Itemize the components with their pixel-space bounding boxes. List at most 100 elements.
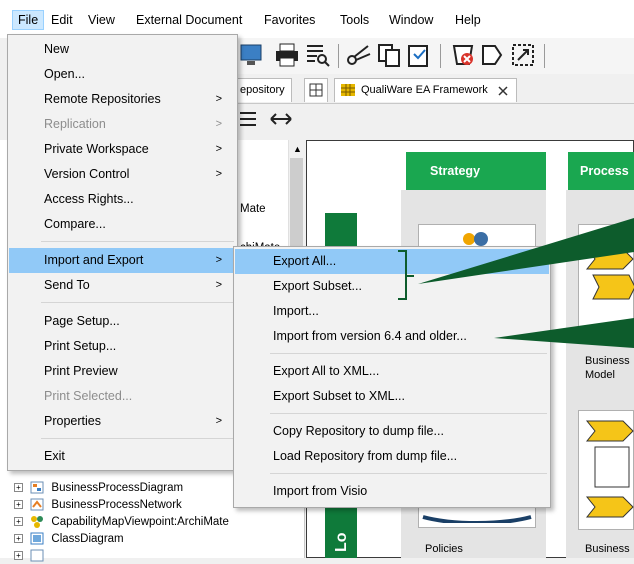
tree-item[interactable]: + xyxy=(14,548,48,564)
menu-favorites[interactable]: Favorites xyxy=(259,10,320,30)
process-diagram-icon xyxy=(30,481,44,494)
menu-item-label: Version Control xyxy=(44,167,130,181)
print-icon[interactable] xyxy=(274,42,300,68)
lane-header-strategy[interactable]: Strategy xyxy=(406,152,546,190)
business-flow-icon xyxy=(585,420,634,518)
paste-icon[interactable] xyxy=(406,42,432,68)
menu-item-label: Import from version 6.4 and older... xyxy=(273,329,467,343)
menu-item-label: Import from Visio xyxy=(273,484,368,498)
menu-item-label: Exit xyxy=(44,449,65,463)
new-shape-icon[interactable] xyxy=(480,42,506,68)
expand-icon[interactable]: + xyxy=(14,517,23,527)
tree-item-label: BusinessProcessDiagram xyxy=(51,482,184,494)
menu-external-document[interactable]: External Document xyxy=(131,10,247,30)
menu-item-load-from-dump[interactable]: Load Repository from dump file... xyxy=(235,444,549,469)
tree-item-partial[interactable]: Mate xyxy=(240,201,266,217)
menu-tools[interactable]: Tools xyxy=(335,10,374,30)
list-view-icon[interactable] xyxy=(238,110,258,128)
tab-repository[interactable]: epository xyxy=(234,78,292,102)
menu-item-label: New xyxy=(44,42,70,56)
expand-icon[interactable]: + xyxy=(14,483,23,493)
menu-item-private-workspace[interactable]: Private Workspace > xyxy=(9,137,236,162)
tree-scrollbar-thumb[interactable] xyxy=(290,158,303,258)
submenu-arrow-icon: > xyxy=(215,415,222,427)
menu-item-label: Export Subset... xyxy=(273,279,362,293)
tab-grid-view[interactable] xyxy=(304,78,328,102)
monitor-icon[interactable] xyxy=(238,42,264,68)
toolbar-separator xyxy=(544,44,545,68)
menu-item-export-subset-xml[interactable]: Export Subset to XML... xyxy=(235,384,549,409)
menu-item-print-preview[interactable]: Print Preview xyxy=(9,359,236,384)
resize-icon[interactable] xyxy=(510,42,536,68)
menu-window[interactable]: Window xyxy=(384,10,438,30)
menu-item-page-setup[interactable]: Page Setup... xyxy=(9,309,236,334)
menu-item-access-rights[interactable]: Access Rights... xyxy=(9,187,236,212)
menu-item-label: Page Setup... xyxy=(44,314,120,328)
menu-item-remote-repositories[interactable]: Remote Repositories > xyxy=(9,87,236,112)
menu-item-label: Open... xyxy=(44,67,85,81)
menu-item-label: Print Setup... xyxy=(44,339,117,353)
submenu-arrow-icon: > xyxy=(215,93,222,105)
menu-item-new[interactable]: New xyxy=(9,37,236,62)
menu-item-import[interactable]: Import... xyxy=(235,299,549,324)
expand-horizontal-icon[interactable] xyxy=(268,110,294,128)
menu-item-export-subset[interactable]: Export Subset... xyxy=(235,274,549,299)
menu-separator xyxy=(41,302,234,303)
tree-item[interactable]: + BusinessProcessDiagram xyxy=(14,480,183,496)
menu-item-copy-to-dump[interactable]: Copy Repository to dump file... xyxy=(235,419,549,444)
tree-item[interactable]: + BusinessProcessNetwork xyxy=(14,497,182,513)
copy-icon[interactable] xyxy=(376,42,402,68)
expand-icon[interactable]: + xyxy=(14,534,23,544)
scroll-up-icon[interactable]: ▲ xyxy=(293,144,302,154)
menu-bar: File Edit View External Document Favorit… xyxy=(0,0,634,38)
card-label: Policies xyxy=(425,543,463,555)
submenu-arrow-icon: > xyxy=(215,168,222,180)
grid-icon xyxy=(309,83,323,97)
menu-help[interactable]: Help xyxy=(450,10,486,30)
lane-header-process[interactable]: Process xyxy=(568,152,634,190)
tree-item[interactable]: + CapabilityMapViewpoint:ArchiMate xyxy=(14,514,229,530)
diagram-icon xyxy=(30,549,44,562)
diagram-card-business[interactable] xyxy=(578,410,634,530)
menu-item-send-to[interactable]: Send To > xyxy=(9,273,236,298)
menu-item-label: Print Preview xyxy=(44,364,118,378)
menu-item-open[interactable]: Open... xyxy=(9,62,236,87)
menu-item-label: Replication xyxy=(44,117,106,131)
toolbar-separator xyxy=(440,44,441,68)
menu-item-label: Access Rights... xyxy=(44,192,134,206)
menu-view[interactable]: View xyxy=(83,10,120,30)
cut-icon[interactable] xyxy=(346,42,372,68)
menu-item-replication: Replication > xyxy=(9,112,236,137)
card-label: Business xyxy=(585,543,630,555)
tab-framework[interactable]: QualiWare EA Framework xyxy=(334,78,517,102)
menu-item-import-visio[interactable]: Import from Visio xyxy=(235,479,549,504)
menu-item-properties[interactable]: Properties > xyxy=(9,409,236,434)
tree-item[interactable]: + ClassDiagram xyxy=(14,531,124,547)
menu-separator xyxy=(41,438,234,439)
menu-item-exit[interactable]: Exit xyxy=(9,444,236,469)
menu-item-export-all[interactable]: Export All... xyxy=(235,249,549,274)
menu-item-import-and-export[interactable]: Import and Export > xyxy=(9,248,236,273)
menu-item-compare[interactable]: Compare... xyxy=(9,212,236,237)
menu-item-export-all-xml[interactable]: Export All to XML... xyxy=(235,359,549,384)
menu-separator xyxy=(270,353,547,354)
menu-item-label: Compare... xyxy=(44,217,106,231)
menu-item-import-legacy[interactable]: Import from version 6.4 and older... xyxy=(235,324,549,349)
menu-edit[interactable]: Edit xyxy=(46,10,78,30)
expand-icon[interactable]: + xyxy=(14,551,23,561)
menu-item-version-control[interactable]: Version Control > xyxy=(9,162,236,187)
diagram-card-process[interactable] xyxy=(578,224,634,344)
close-tab-icon[interactable] xyxy=(498,86,508,96)
expand-icon[interactable]: + xyxy=(14,500,23,510)
capability-map-icon xyxy=(31,516,44,529)
tree-item-label: ClassDiagram xyxy=(51,533,124,545)
print-preview-icon[interactable] xyxy=(304,42,330,68)
toolbar xyxy=(238,38,634,74)
submenu-arrow-icon: > xyxy=(215,143,222,155)
menu-separator xyxy=(270,473,547,474)
delete-icon[interactable] xyxy=(450,42,476,68)
menu-item-print-setup[interactable]: Print Setup... xyxy=(9,334,236,359)
submenu-arrow-icon: > xyxy=(215,254,222,266)
menu-file[interactable]: File xyxy=(12,10,45,30)
submenu-arrow-icon: > xyxy=(215,118,222,130)
